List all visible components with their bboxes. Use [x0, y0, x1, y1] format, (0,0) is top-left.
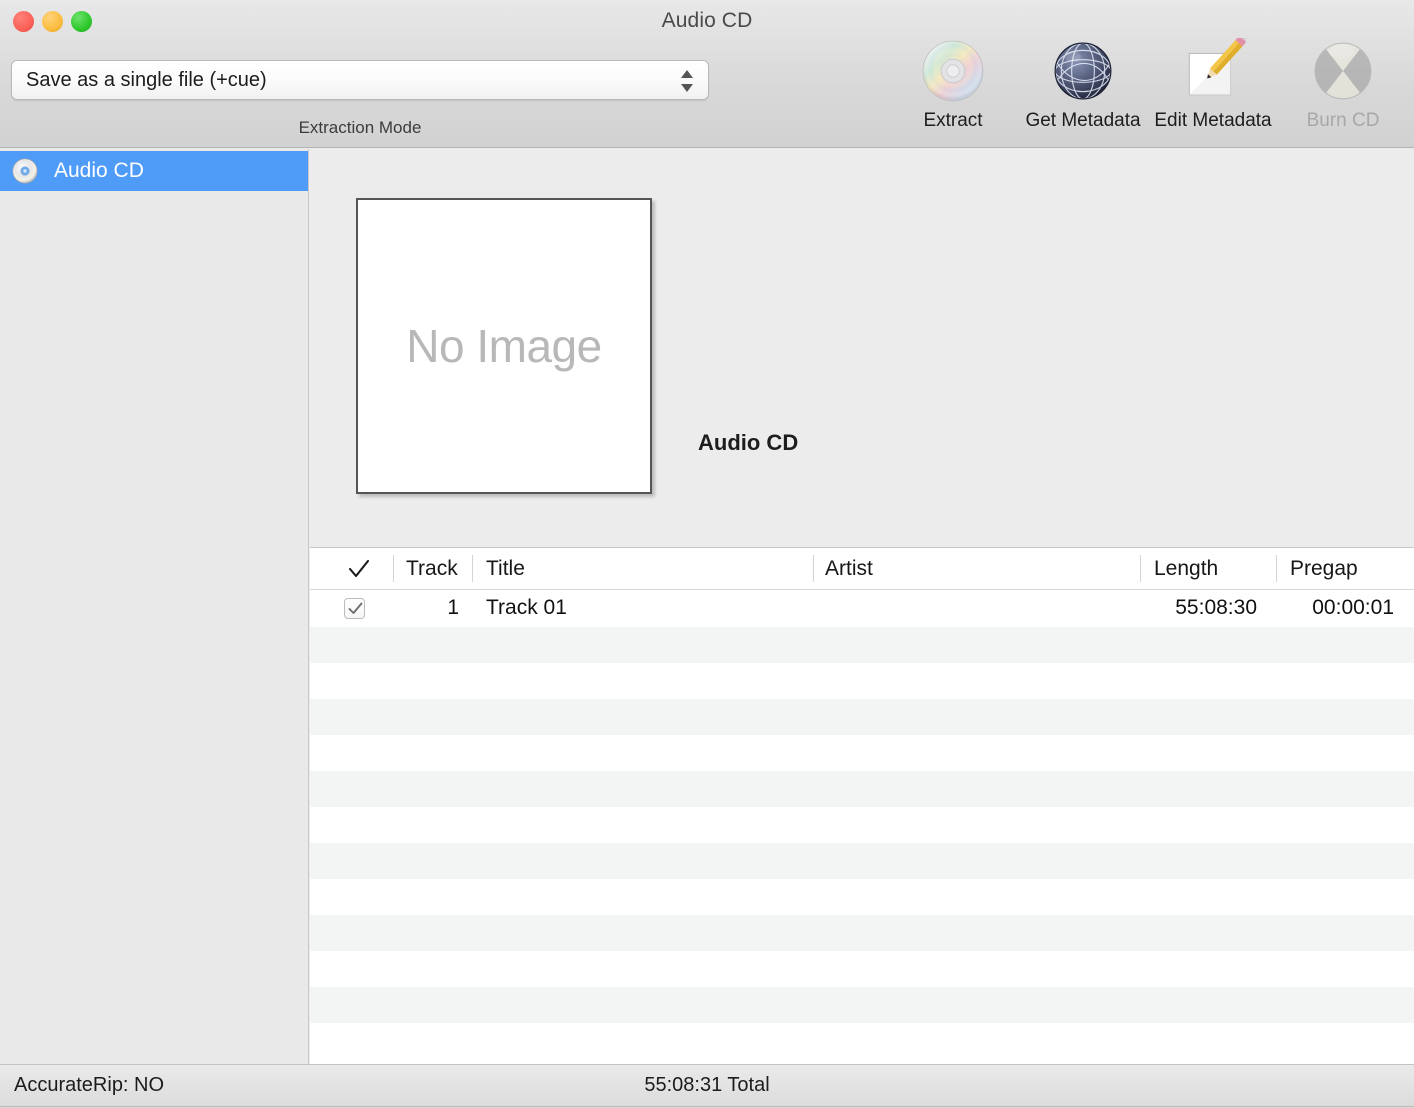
chevron-updown-icon — [681, 70, 693, 92]
column-divider — [1140, 555, 1141, 582]
album-header: No Image Audio CD — [310, 149, 1414, 547]
burn-disc-icon — [1314, 42, 1372, 100]
track-title-cell[interactable]: Track 01 — [472, 590, 813, 626]
edit-metadata-button[interactable]: Edit Metadata — [1148, 38, 1278, 132]
table-empty-rows — [310, 627, 1414, 1059]
extraction-mode-popup[interactable]: Save as a single file (+cue) — [11, 60, 709, 100]
window-title: Audio CD — [661, 9, 753, 32]
track-artist-cell[interactable] — [813, 590, 1140, 626]
content-area: No Image Audio CD Track Title Artist Len… — [310, 149, 1414, 1065]
table-empty-row[interactable] — [310, 807, 1414, 843]
column-divider — [1276, 555, 1277, 582]
total-duration-status: 55:08:31 Total — [644, 1074, 770, 1096]
table-empty-row[interactable] — [310, 699, 1414, 735]
get-metadata-label: Get Metadata — [1025, 110, 1141, 131]
sidebar: Audio CD — [0, 149, 309, 1064]
table-empty-row[interactable] — [310, 951, 1414, 987]
extraction-mode-group: Save as a single file (+cue) — [11, 60, 709, 100]
globe-network-icon — [1054, 42, 1112, 100]
column-divider — [393, 555, 394, 582]
column-header-track[interactable]: Track — [393, 548, 472, 589]
track-checkbox[interactable] — [344, 598, 365, 619]
compact-disc-icon — [922, 40, 984, 102]
table-empty-row[interactable] — [310, 915, 1414, 951]
burn-cd-label: Burn CD — [1306, 110, 1380, 131]
table-empty-row[interactable] — [310, 879, 1414, 915]
checkmark-icon — [348, 602, 363, 614]
compact-disc-icon — [12, 158, 38, 184]
title-bar: Audio CD Save as a single file (+cue) Ex… — [0, 0, 1414, 148]
checkmark-icon — [348, 559, 370, 578]
table-row[interactable]: 1 Track 01 55:08:30 00:00:01 — [310, 590, 1414, 627]
table-header-row: Track Title Artist Length Pregap — [310, 548, 1414, 590]
table-empty-row[interactable] — [310, 627, 1414, 663]
track-table: Track Title Artist Length Pregap 1 Track… — [310, 547, 1414, 1065]
column-header-title[interactable]: Title — [472, 548, 813, 589]
track-pregap-cell: 00:00:01 — [1312, 596, 1394, 619]
extract-button[interactable]: Extract — [888, 38, 1018, 132]
table-empty-row[interactable] — [310, 987, 1414, 1023]
album-cover-text: No Image — [406, 320, 602, 372]
table-empty-row[interactable] — [310, 735, 1414, 771]
pencil-note-icon — [1188, 38, 1246, 96]
album-cover-placeholder[interactable]: No Image — [356, 198, 652, 494]
edit-metadata-label: Edit Metadata — [1154, 110, 1272, 131]
column-header-check[interactable] — [310, 548, 393, 589]
column-header-artist[interactable]: Artist — [813, 548, 1140, 589]
column-header-track-label: Track — [406, 557, 458, 580]
status-bar: AccurateRip: NO 55:08:31 Total — [0, 1064, 1414, 1106]
table-empty-row[interactable] — [310, 771, 1414, 807]
get-metadata-button[interactable]: Get Metadata — [1018, 38, 1148, 132]
column-header-pregap[interactable]: Pregap — [1276, 548, 1414, 589]
extraction-mode-value: Save as a single file (+cue) — [26, 69, 267, 91]
column-divider — [472, 555, 473, 582]
column-header-length[interactable]: Length — [1140, 548, 1276, 589]
toolbar-buttons: Extract Get Metadata Edit Metadata Burn … — [888, 38, 1408, 132]
column-header-pregap-label: Pregap — [1290, 557, 1358, 580]
track-length-cell: 55:08:30 — [1175, 596, 1257, 619]
audio-cd-window: Audio CD Save as a single file (+cue) Ex… — [0, 0, 1414, 1108]
album-title: Audio CD — [698, 430, 799, 455]
column-divider — [813, 555, 814, 582]
column-header-artist-label: Artist — [825, 557, 873, 580]
table-empty-row[interactable] — [310, 1023, 1414, 1059]
column-header-length-label: Length — [1154, 557, 1219, 580]
track-number-cell: 1 — [447, 596, 459, 619]
sidebar-item-audio-cd[interactable]: Audio CD — [0, 151, 308, 191]
table-empty-row[interactable] — [310, 843, 1414, 879]
track-check-cell[interactable] — [310, 590, 393, 626]
table-body: 1 Track 01 55:08:30 00:00:01 — [310, 590, 1414, 1059]
table-empty-row[interactable] — [310, 663, 1414, 699]
burn-cd-button[interactable]: Burn CD — [1278, 38, 1408, 132]
sidebar-item-label: Audio CD — [54, 159, 144, 182]
column-header-title-label: Title — [486, 557, 525, 580]
extract-label: Extract — [923, 110, 983, 131]
extraction-mode-caption: Extraction Mode — [298, 118, 422, 137]
